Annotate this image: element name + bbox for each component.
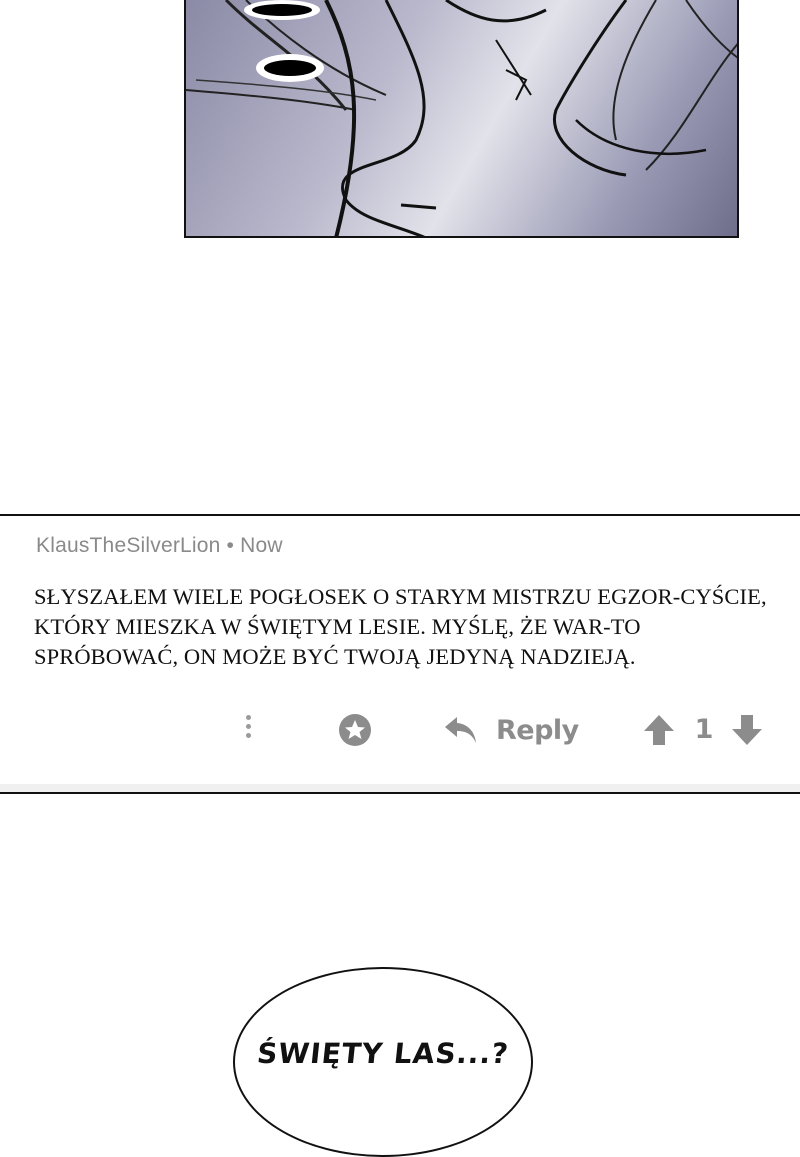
comment-body: SŁYSZAŁEM WIELE POGŁOSEK O STARYM MISTRZ…	[34, 584, 767, 669]
more-vertical-icon[interactable]	[238, 712, 258, 746]
upvote-arrow-icon[interactable]	[643, 714, 675, 746]
comment-author[interactable]: KlausTheSilverLion	[36, 534, 221, 557]
comment-card: KlausTheSilverLion • Now SŁYSZAŁEM WIELE P…	[0, 514, 800, 794]
character-face-sketch	[186, 0, 737, 236]
speech-bubble: ŚWIĘTY LAS...?	[233, 967, 533, 1157]
speech-bubble-text: ŚWIĘTY LAS...?	[255, 1037, 511, 1070]
reply-button[interactable]: Reply	[444, 712, 579, 748]
star-icon[interactable]	[337, 712, 373, 748]
comment-divider	[0, 784, 800, 792]
reply-arrow-icon	[445, 717, 476, 743]
meta-separator: •	[226, 534, 235, 557]
comment-meta: KlausTheSilverLion • Now	[36, 534, 283, 558]
comment-timestamp: Now	[240, 534, 283, 557]
downvote-arrow-icon[interactable]	[731, 714, 763, 746]
reply-label: Reply	[496, 714, 579, 746]
comment-actions: Reply 1	[0, 712, 800, 752]
manga-panel-illustration	[184, 0, 739, 238]
vote-count: 1	[694, 714, 714, 745]
